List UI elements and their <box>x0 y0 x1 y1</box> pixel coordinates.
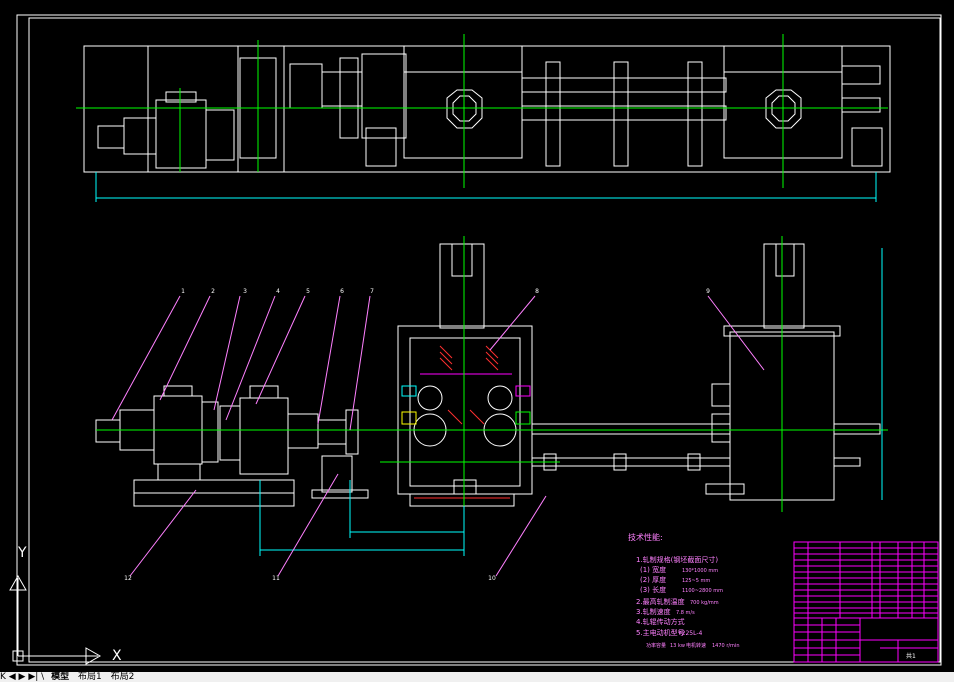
motor-model: Y225L-4 <box>677 630 703 637</box>
elevation-view <box>95 243 881 507</box>
note-value-4: 700 kg/mm <box>690 600 719 606</box>
balloon-12: 12 <box>124 575 132 582</box>
cad-drawing-canvas[interactable]: 1 2 3 4 5 6 7 8 9 10 11 12 技术性能: 1.轧制规格(… <box>0 0 954 672</box>
elevation-dimensions <box>259 248 883 556</box>
balloon-10: 10 <box>488 575 496 582</box>
balloon-6: 6 <box>340 288 344 295</box>
motor-extra-2: 13 kw <box>670 643 685 649</box>
tab-layout-1[interactable]: 布局1 <box>76 672 104 682</box>
balloon-1: 1 <box>181 288 185 295</box>
notes-title: 技术性能: <box>628 532 663 542</box>
layout-tab-bar: K ◀ ▶ ▶| \ 模型 布局1 布局2 <box>0 672 954 682</box>
balloon-4: 4 <box>276 288 280 295</box>
note-value-3: 1100~2800 mm <box>682 588 723 594</box>
balloon-8: 8 <box>535 288 539 295</box>
elevation-hatching <box>414 345 510 499</box>
plan-view <box>83 45 891 173</box>
drawing-border-inner <box>28 17 941 663</box>
tab-model[interactable]: 模型 <box>49 672 71 682</box>
note-7: 4.轧辊传动方式 <box>636 617 685 626</box>
balloon-3: 3 <box>243 288 247 295</box>
technical-notes: 技术性能: 1.轧制规格(钢坯截面尺寸) (1) 宽度 (2) 厚度 (3) 长… <box>628 532 739 649</box>
title-block-mark: 共1 <box>906 652 916 660</box>
note-1: 1.轧制规格(钢坯截面尺寸) <box>636 555 718 564</box>
motor-extra-1: 功率容量 <box>646 642 666 649</box>
ucs-axis-icon <box>9 574 102 665</box>
note-value-1: 130*1000 mm <box>682 568 718 574</box>
balloon-5: 5 <box>306 288 310 295</box>
tab-navigation-arrows[interactable]: K ◀ ▶ ▶| \ <box>0 672 44 682</box>
note-value-2: 125~5 mm <box>682 578 710 584</box>
note-2: (1) 宽度 <box>640 565 666 574</box>
balloon-9: 9 <box>706 288 710 295</box>
note-4: (3) 长度 <box>640 585 666 594</box>
axis-y-label: Y <box>17 545 27 561</box>
note-5: 2.最高轧制温度 <box>636 597 685 606</box>
note-3: (2) 厚度 <box>640 575 666 584</box>
item-balloons: 1 2 3 4 5 6 7 8 9 10 11 12 <box>124 288 710 582</box>
tab-layout-2[interactable]: 布局2 <box>109 672 137 682</box>
motor-extra-3: 电机转速 <box>686 642 706 649</box>
note-value-5: 7.8 m/s <box>676 610 695 616</box>
balloon-7: 7 <box>370 288 374 295</box>
note-6: 3.轧制速度 <box>636 607 671 616</box>
balloon-11: 11 <box>272 575 280 582</box>
parts-list-table <box>793 541 939 619</box>
axis-x-label: X <box>112 648 122 664</box>
plan-view-dimension <box>95 172 877 202</box>
motor-extra-4: 1470 r/min <box>712 643 739 649</box>
balloon-2: 2 <box>211 288 215 295</box>
title-block <box>793 617 939 663</box>
